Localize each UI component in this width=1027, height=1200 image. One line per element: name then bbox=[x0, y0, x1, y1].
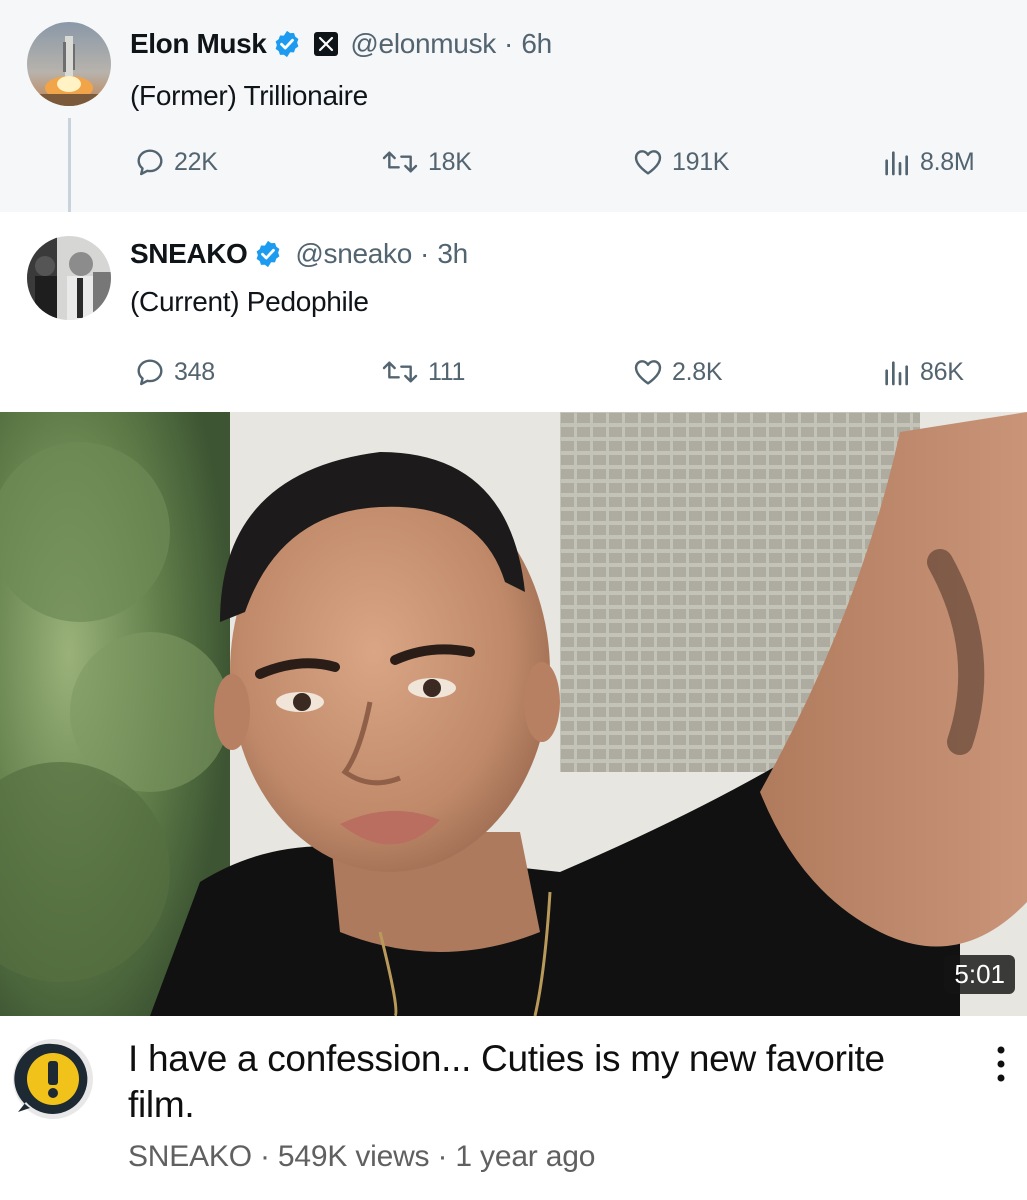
author-handle[interactable]: @sneako bbox=[295, 238, 412, 270]
views-count: 86K bbox=[920, 357, 964, 386]
views-count: 8.8M bbox=[920, 147, 975, 176]
exclamation-icon bbox=[13, 1039, 93, 1119]
tweet-sneako[interactable]: SNEAKO @sneako · 3h (Current) Pedophile … bbox=[0, 212, 1027, 412]
x-logo-icon bbox=[314, 32, 339, 56]
author-name[interactable]: Elon Musk bbox=[130, 28, 267, 60]
separator-dot: · bbox=[437, 1140, 448, 1173]
repost-icon bbox=[382, 361, 418, 383]
avatar-elonmusk[interactable] bbox=[27, 22, 111, 106]
author-handle[interactable]: @elonmusk bbox=[350, 28, 496, 60]
reply-icon bbox=[137, 359, 163, 386]
reply-count: 22K bbox=[174, 147, 218, 176]
tweet-time[interactable]: 6h bbox=[521, 28, 552, 60]
tweet-elonmusk[interactable]: Elon Musk @elonmusk · 6h (Former) Trilli… bbox=[0, 0, 1027, 226]
tweet-header: Elon Musk @elonmusk · 6h bbox=[130, 24, 552, 64]
separator-dot: · bbox=[259, 1140, 270, 1173]
like-icon bbox=[634, 150, 662, 175]
tweet-text: (Current) Pedophile bbox=[130, 286, 369, 317]
video-title[interactable]: I have a confession... Cuties is my new … bbox=[128, 1036, 928, 1128]
reply-button[interactable]: 22K bbox=[134, 146, 218, 178]
repost-button[interactable]: 111 bbox=[380, 356, 465, 388]
verified-badge-icon bbox=[276, 30, 299, 58]
like-count: 191K bbox=[672, 147, 730, 176]
reply-count: 348 bbox=[174, 357, 215, 386]
tweet-text: (Former) Trillionaire bbox=[130, 80, 368, 111]
tweet-header: SNEAKO @sneako · 3h bbox=[130, 234, 468, 274]
upload-age: 1 year ago bbox=[455, 1140, 596, 1173]
video-thumbnail[interactable]: 5:01 bbox=[0, 412, 1027, 1016]
video-subtitle: SNEAKO · 549K views · 1 year ago bbox=[128, 1140, 595, 1174]
verified-badge-icon bbox=[257, 240, 280, 268]
reply-icon bbox=[137, 149, 163, 176]
like-icon bbox=[634, 360, 662, 385]
avatar-sneako[interactable] bbox=[27, 236, 111, 320]
views-button[interactable]: 8.8M bbox=[880, 146, 975, 178]
repost-icon bbox=[382, 151, 418, 173]
repost-button[interactable]: 18K bbox=[380, 146, 472, 178]
video-meta: I have a confession... Cuties is my new … bbox=[0, 1016, 1027, 1200]
author-name[interactable]: SNEAKO bbox=[130, 238, 248, 270]
video-duration: 5:01 bbox=[944, 955, 1015, 994]
channel-name[interactable]: SNEAKO bbox=[128, 1140, 252, 1173]
like-button[interactable]: 2.8K bbox=[632, 356, 723, 388]
repost-count: 18K bbox=[428, 147, 472, 176]
separator-dot: · bbox=[503, 28, 514, 59]
views-button[interactable]: 86K bbox=[880, 356, 964, 388]
channel-avatar[interactable] bbox=[10, 1036, 96, 1122]
like-button[interactable]: 191K bbox=[632, 146, 729, 178]
view-count: 549K views bbox=[277, 1140, 430, 1173]
more-vertical-icon[interactable] bbox=[991, 1044, 1011, 1084]
like-count: 2.8K bbox=[672, 357, 723, 386]
reply-button[interactable]: 348 bbox=[134, 356, 215, 388]
repost-count: 111 bbox=[428, 357, 466, 386]
views-icon bbox=[885, 151, 908, 176]
views-icon bbox=[885, 361, 908, 386]
separator-dot: · bbox=[420, 238, 430, 269]
tweet-time[interactable]: 3h bbox=[437, 238, 468, 270]
thread-connector-line bbox=[68, 118, 71, 226]
